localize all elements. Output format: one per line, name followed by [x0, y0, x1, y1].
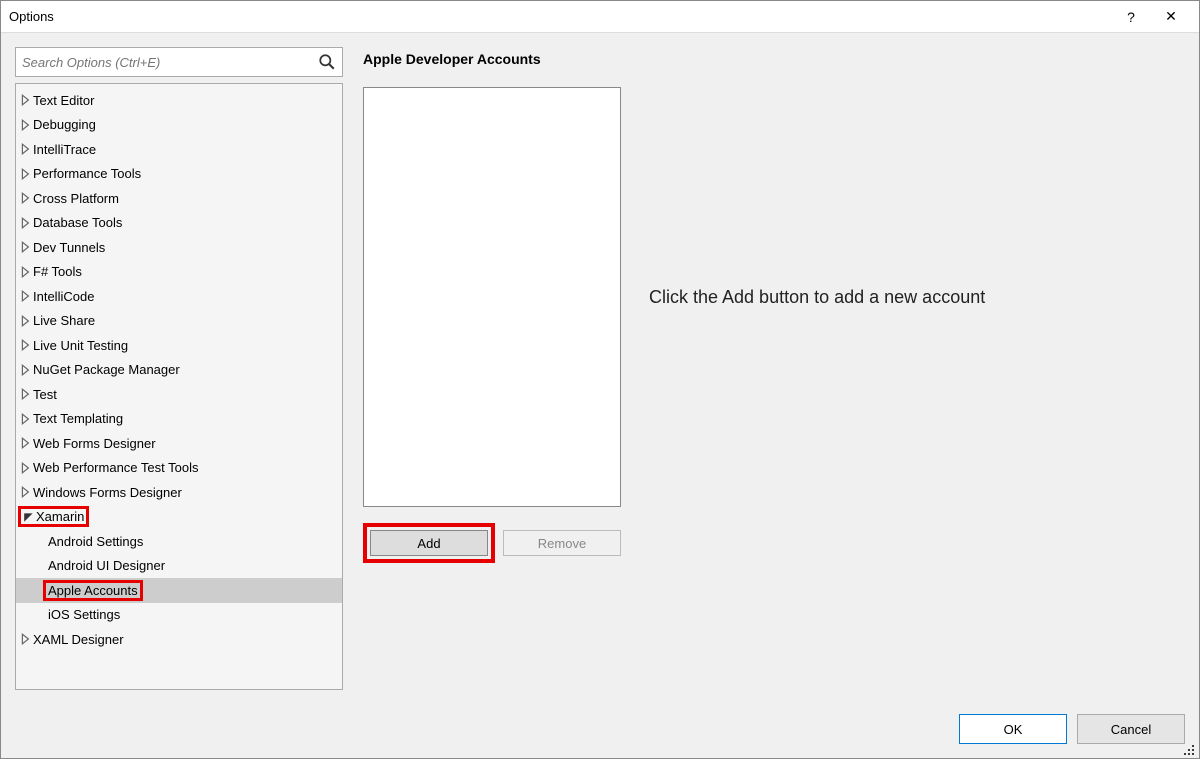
chevron-right-icon [20, 217, 32, 229]
footer: OK Cancel [959, 714, 1185, 744]
accounts-listbox[interactable] [363, 87, 621, 507]
tree-item-live-unit-testing[interactable]: Live Unit Testing [16, 333, 342, 358]
chevron-right-icon [20, 315, 32, 327]
chevron-right-icon [20, 143, 32, 155]
chevron-right-icon [20, 633, 32, 645]
chevron-right-icon [20, 192, 32, 204]
tree-item-nuget[interactable]: NuGet Package Manager [16, 358, 342, 383]
section-title: Apple Developer Accounts [363, 51, 1185, 67]
tree-item-xaml-designer[interactable]: XAML Designer [16, 627, 342, 652]
close-button[interactable]: ✕ [1151, 2, 1191, 32]
ok-button[interactable]: OK [959, 714, 1067, 744]
tree-item-xamarin[interactable]: Xamarin [16, 505, 342, 530]
chevron-right-icon [20, 290, 32, 302]
tree-item-apple-accounts[interactable]: Apple Accounts [16, 578, 342, 603]
tree-item-database-tools[interactable]: Database Tools [16, 211, 342, 236]
tree-item-web-perf-test-tools[interactable]: Web Performance Test Tools [16, 456, 342, 481]
tree-item-test[interactable]: Test [16, 382, 342, 407]
tree-item-text-editor[interactable]: Text Editor [16, 88, 342, 113]
add-button-highlight: Add [363, 523, 495, 563]
titlebar: Options ? ✕ [1, 1, 1199, 33]
search-wrap [15, 47, 343, 77]
dialog-content: Text Editor Debugging IntelliTrace Perfo… [1, 33, 1199, 758]
tree-item-dev-tunnels[interactable]: Dev Tunnels [16, 235, 342, 260]
chevron-right-icon [20, 339, 32, 351]
tree-item-android-settings[interactable]: Android Settings [16, 529, 342, 554]
add-button[interactable]: Add [370, 530, 488, 556]
chevron-right-icon [20, 388, 32, 400]
chevron-down-icon [23, 511, 35, 523]
tree-item-text-templating[interactable]: Text Templating [16, 407, 342, 432]
search-icon[interactable] [318, 53, 336, 71]
left-pane: Text Editor Debugging IntelliTrace Perfo… [15, 47, 343, 690]
tree-item-intellicode[interactable]: IntelliCode [16, 284, 342, 309]
chevron-right-icon [20, 462, 32, 474]
tree-item-ios-settings[interactable]: iOS Settings [16, 603, 342, 628]
tree-item-debugging[interactable]: Debugging [16, 113, 342, 138]
tree-item-intellitrace[interactable]: IntelliTrace [16, 137, 342, 162]
tree-item-performance-tools[interactable]: Performance Tools [16, 162, 342, 187]
chevron-right-icon [20, 119, 32, 131]
remove-button: Remove [503, 530, 621, 556]
chevron-right-icon [20, 168, 32, 180]
chevron-right-icon [20, 266, 32, 278]
window-title: Options [9, 9, 1111, 24]
tree-item-live-share[interactable]: Live Share [16, 309, 342, 334]
chevron-right-icon [20, 94, 32, 106]
tree-item-fsharp-tools[interactable]: F# Tools [16, 260, 342, 285]
search-input[interactable] [22, 55, 318, 70]
chevron-right-icon [20, 437, 32, 449]
tree-item-cross-platform[interactable]: Cross Platform [16, 186, 342, 211]
cancel-button[interactable]: Cancel [1077, 714, 1185, 744]
resize-grip-icon[interactable] [1183, 744, 1195, 756]
chevron-right-icon [20, 486, 32, 498]
empty-help-text: Click the Add button to add a new accoun… [649, 287, 985, 308]
help-button[interactable]: ? [1111, 2, 1151, 32]
chevron-right-icon [20, 241, 32, 253]
chevron-right-icon [20, 413, 32, 425]
chevron-right-icon [20, 364, 32, 376]
tree-item-web-forms-designer[interactable]: Web Forms Designer [16, 431, 342, 456]
options-tree[interactable]: Text Editor Debugging IntelliTrace Perfo… [15, 83, 343, 690]
right-pane: Apple Developer Accounts Click the Add b… [363, 47, 1185, 690]
tree-item-windows-forms-designer[interactable]: Windows Forms Designer [16, 480, 342, 505]
tree-item-android-ui-designer[interactable]: Android UI Designer [16, 554, 342, 579]
